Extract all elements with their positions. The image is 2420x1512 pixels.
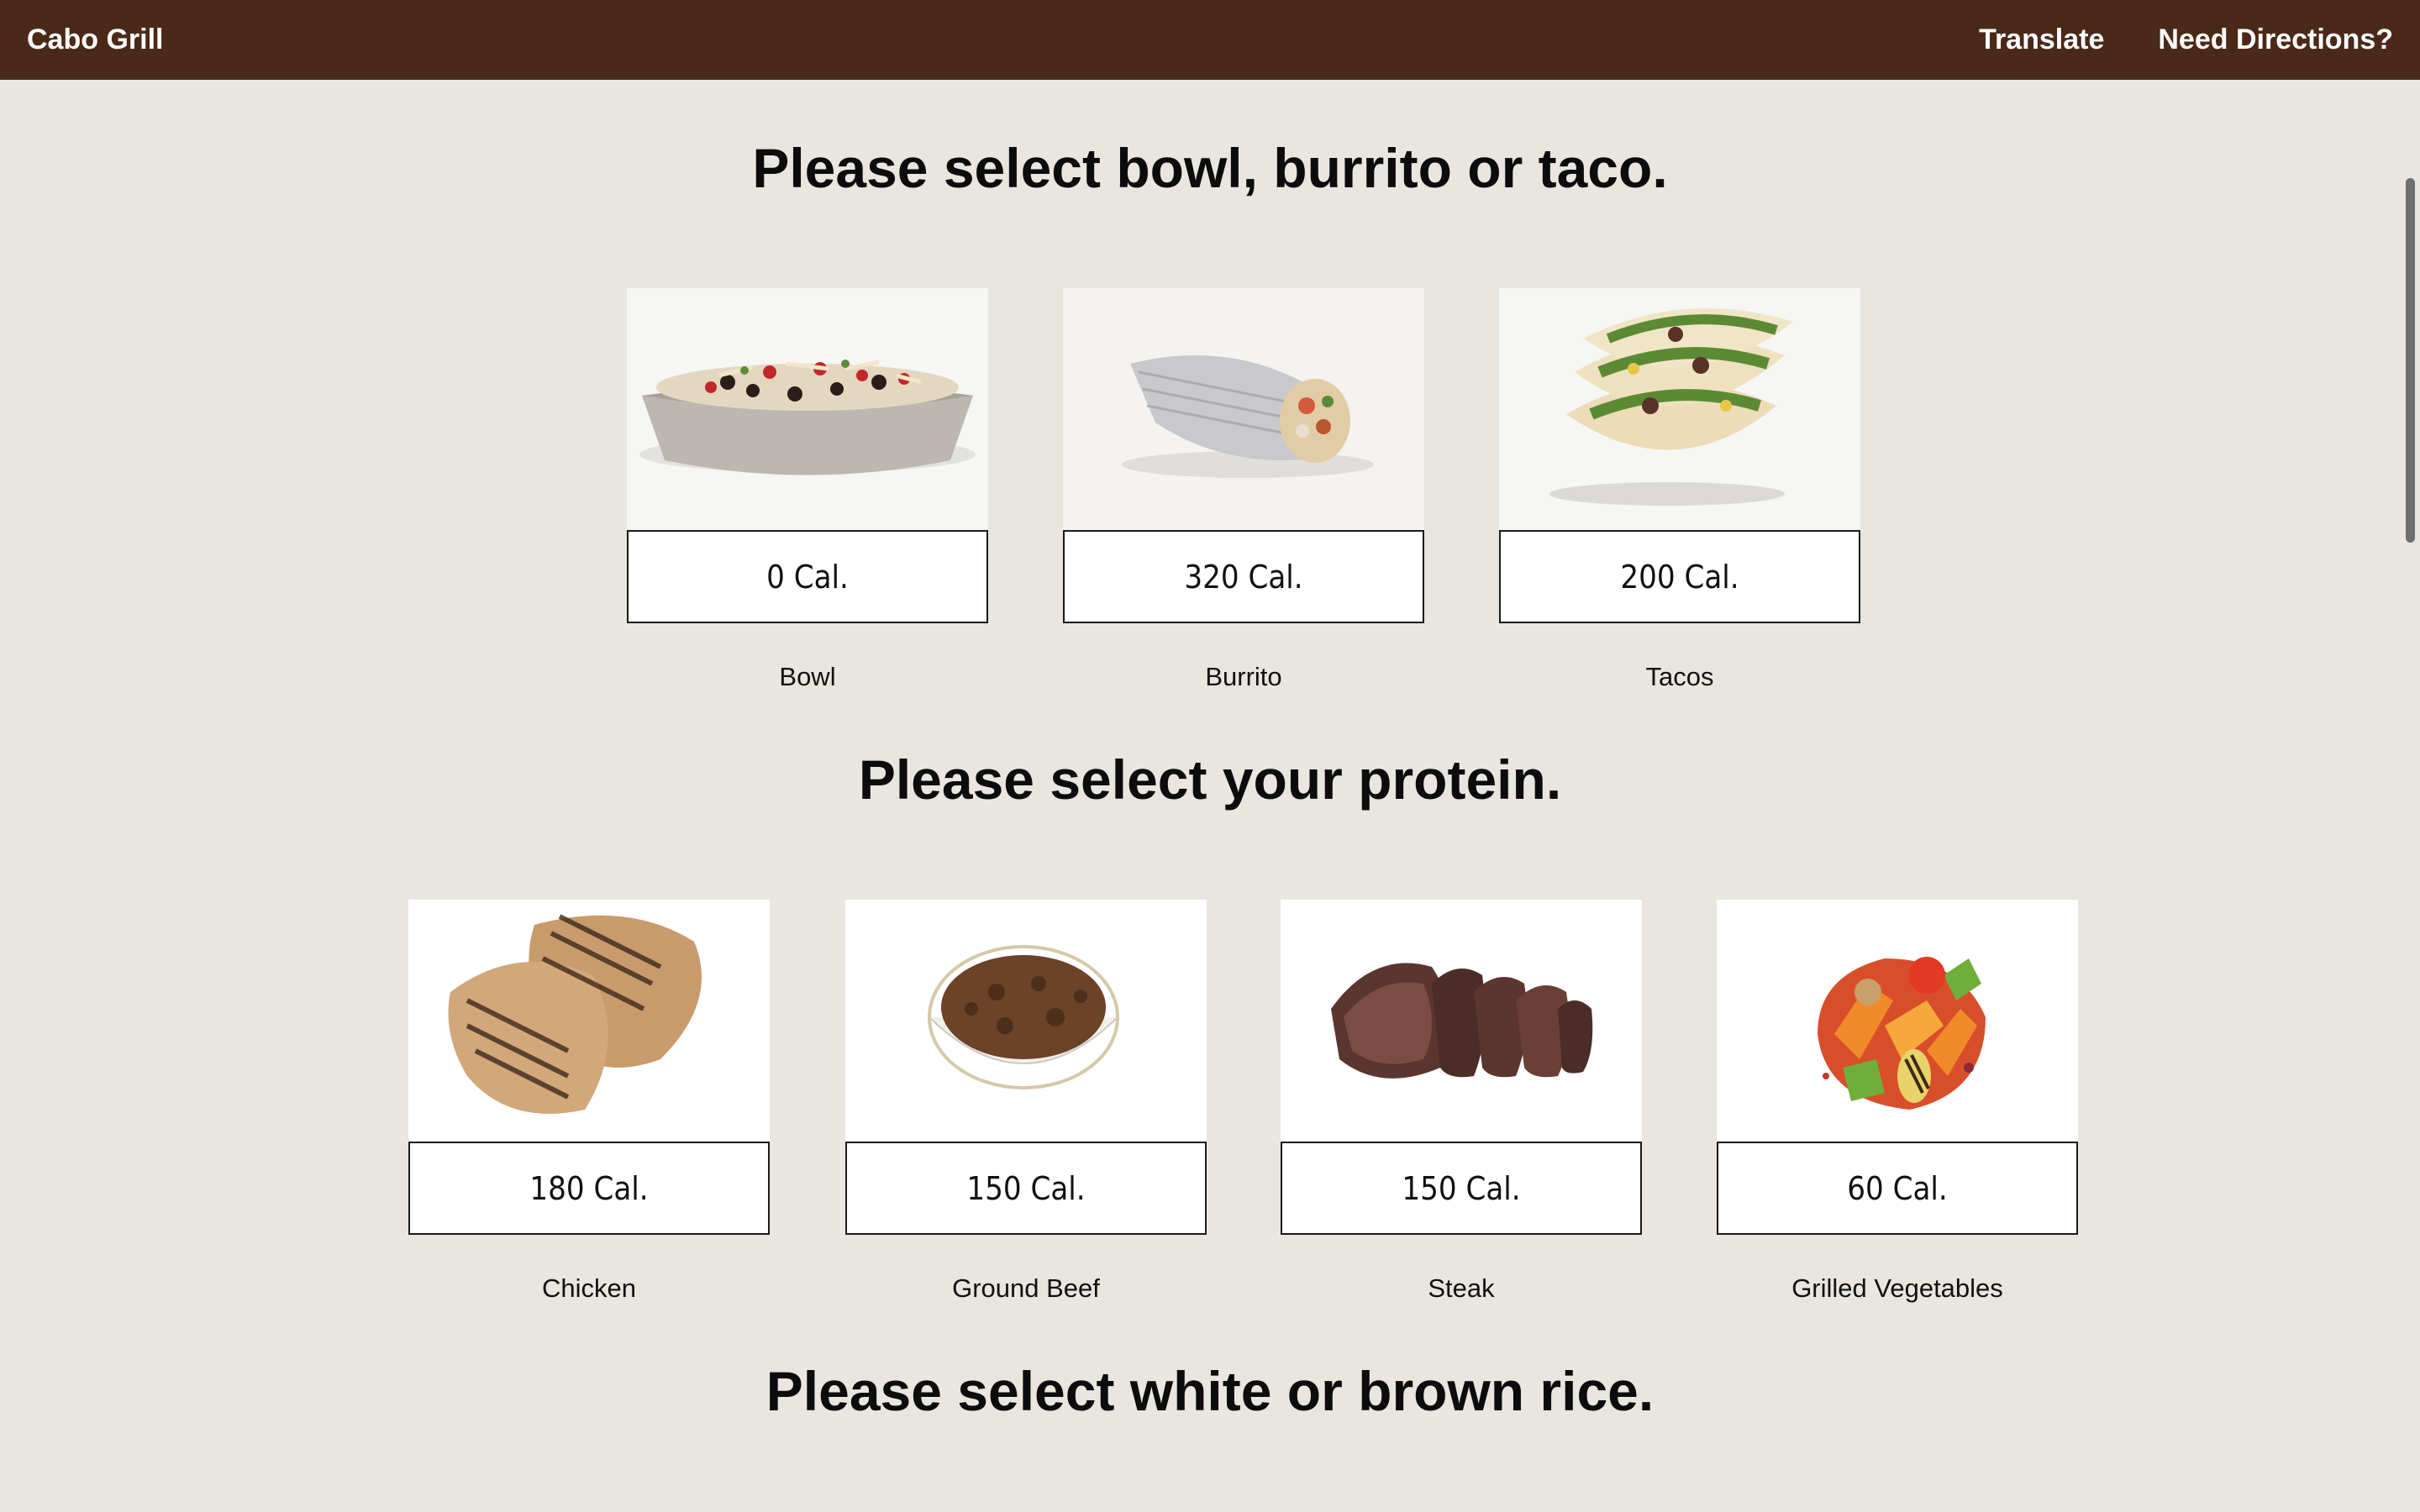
translate-link[interactable]: Translate [1979, 24, 2104, 56]
option-card-bowl[interactable]: 0 Cal. Bowl [627, 288, 988, 692]
calorie-box: 320 Cal. [1063, 530, 1424, 623]
option-label: Grilled Vegetables [1791, 1273, 2003, 1303]
option-label: Chicken [542, 1273, 636, 1303]
section-title-rice: Please select white or brown rice. [765, 1360, 1655, 1422]
calorie-box: 0 Cal. [627, 530, 988, 623]
option-label: Bowl [779, 662, 836, 691]
directions-link[interactable]: Need Directions? [2158, 24, 2393, 56]
option-card-tacos[interactable]: 200 Cal. Tacos [1499, 288, 1860, 692]
chicken-photo [408, 900, 770, 1142]
option-label: Steak [1428, 1273, 1495, 1303]
option-label: Ground Beef [952, 1273, 1100, 1303]
calorie-box: 180 Cal. [408, 1142, 770, 1235]
option-label: Burrito [1205, 662, 1282, 691]
option-card-chicken[interactable]: 180 Cal. Chicken [408, 900, 770, 1304]
calorie-box: 150 Cal. [1281, 1142, 1642, 1235]
page-scrollbar[interactable] [2406, 178, 2415, 543]
option-card-ground-beef[interactable]: 150 Cal. Ground Beef [845, 900, 1207, 1304]
calorie-box: 200 Cal. [1499, 530, 1860, 623]
option-label: Tacos [1645, 662, 1714, 691]
option-card-burrito[interactable]: 320 Cal. Burrito [1063, 288, 1424, 692]
option-card-grilled-vegetables[interactable]: 60 Cal. Grilled Vegetables [1717, 900, 2078, 1304]
calorie-box: 60 Cal. [1717, 1142, 2078, 1235]
order-builder: Please select bowl, burrito or taco. 0 C… [0, 80, 2403, 1512]
grilled-vegetables-photo [1717, 900, 2078, 1142]
burrito-photo [1063, 288, 1424, 530]
ground-beef-photo [845, 900, 1207, 1142]
brand-logo[interactable]: Cabo Grill [27, 0, 163, 80]
section-title-protein: Please select your protein. [858, 748, 1562, 811]
calorie-box: 150 Cal. [845, 1142, 1207, 1235]
bowl-photo [627, 288, 988, 530]
steak-photo [1281, 900, 1642, 1142]
top-nav-bar: Cabo Grill Translate Need Directions? [0, 0, 2420, 80]
section-title-base: Please select bowl, burrito or taco. [752, 137, 1668, 199]
option-card-steak[interactable]: 150 Cal. Steak [1281, 900, 1642, 1304]
header-nav: Translate Need Directions? [1979, 0, 2393, 80]
tacos-photo [1499, 288, 1860, 530]
